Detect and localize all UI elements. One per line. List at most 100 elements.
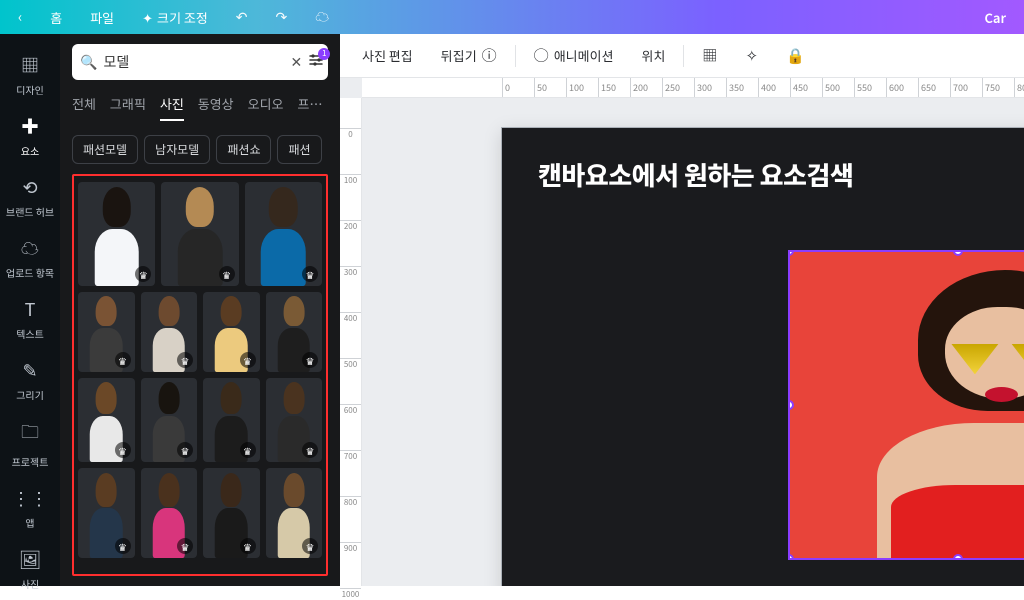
rail-item-6[interactable]: 🗀 프로젝트 — [0, 410, 60, 477]
lock-button[interactable]: 🔒 — [776, 40, 815, 71]
result-thumb[interactable]: ♛ — [266, 468, 323, 558]
rail-label: 요소 — [21, 143, 39, 158]
premium-icon: ♛ — [219, 266, 235, 282]
rail-item-3[interactable]: ☁업로드 항목 — [0, 227, 60, 288]
wand-icon: ✧ — [745, 45, 758, 66]
resize-handle-bl[interactable] — [788, 554, 794, 560]
context-toolbar: 사진 편집 뒤집기ⓘ ◯애니메이션 위치 ▦ ✧ 🔒 — [340, 34, 1024, 78]
chip-2[interactable]: 패션쇼 — [216, 135, 271, 164]
result-thumb[interactable]: ♛ — [78, 468, 135, 558]
artboard[interactable]: 캔바요소에서 원하는 요소검색 — [502, 128, 1024, 586]
result-thumb[interactable]: ♛ — [161, 182, 238, 286]
photo-icon: 🖼 — [19, 546, 42, 572]
rail-item-0[interactable]: ▦ 디자인 — [0, 44, 60, 105]
premium-icon: ♛ — [302, 352, 318, 368]
result-thumb[interactable]: ♛ — [141, 292, 198, 372]
chip-0[interactable]: 패션모델 — [72, 135, 138, 164]
rail-item-1[interactable]: ✚ 요소 — [0, 105, 60, 166]
chip-3[interactable]: 패션 — [277, 135, 321, 164]
copy-style-button[interactable]: ✧ — [735, 40, 768, 71]
info-icon: ⓘ — [482, 45, 497, 66]
results-highlight-box: ♛♛♛♛♛♛♛♛♛♛♛♛♛♛♛ — [72, 174, 328, 576]
rail-item-7[interactable]: ⋮⋮앱 — [0, 477, 60, 538]
rail-icon: ✚ — [21, 113, 39, 139]
premium-icon: ♛ — [177, 442, 193, 458]
elements-panel: 🔍 ✕ 1 전체그래픽사진동영상오디오프… 패션모델남자모델패션쇼패션차› ♛♛… — [60, 34, 340, 586]
cloud-check-icon: ☁ — [315, 7, 329, 27]
chip-1[interactable]: 남자모델 — [144, 135, 210, 164]
result-thumb[interactable]: ♛ — [78, 292, 135, 372]
premium-icon: ♛ — [115, 442, 131, 458]
selected-image[interactable]: ⟳ ⧉ 🗑 — [788, 250, 1024, 560]
magic-icon: ✦ — [142, 8, 153, 27]
result-thumb[interactable]: ♛ — [203, 378, 260, 462]
suggestion-chips: 패션모델남자모델패션쇼패션차› — [72, 135, 328, 164]
result-thumb[interactable]: ♛ — [266, 292, 323, 372]
premium-icon: ♛ — [240, 538, 256, 554]
home-button[interactable]: 홈 — [40, 4, 72, 31]
rail-item-photo[interactable]: 🖼 사진 — [0, 538, 60, 599]
filter-button[interactable]: 1 — [308, 52, 324, 73]
rail-item-2[interactable]: ⟲브랜드 허브 — [0, 166, 60, 227]
premium-icon: ♛ — [302, 442, 318, 458]
redo-button[interactable]: ↷ — [266, 3, 298, 31]
result-thumb[interactable]: ♛ — [245, 182, 322, 286]
tab-4[interactable]: 오디오 — [248, 94, 284, 121]
top-menu-bar: ‹ 홈 파일 ✦크기 조정 ↶ ↷ ☁ Car — [0, 0, 1024, 34]
vertical-ruler: 01002003004005006007008009001000 — [340, 98, 362, 586]
resize-handle-mt[interactable] — [953, 250, 963, 256]
premium-icon: ♛ — [240, 352, 256, 368]
premium-icon: ♛ — [177, 538, 193, 554]
tab-0[interactable]: 전체 — [72, 94, 96, 121]
clear-search-button[interactable]: ✕ — [290, 52, 302, 72]
premium-icon: ♛ — [115, 352, 131, 368]
edit-image-button[interactable]: 사진 편집 — [352, 41, 423, 70]
canvas-area: 사진 편집 뒤집기ⓘ ◯애니메이션 위치 ▦ ✧ 🔒 0501001502002… — [340, 34, 1024, 586]
cloud-sync-button[interactable]: ☁ — [305, 3, 339, 31]
position-button[interactable]: 위치 — [632, 41, 676, 70]
transparency-button[interactable]: ▦ — [692, 40, 727, 71]
result-thumb[interactable]: ♛ — [78, 378, 135, 462]
rail-icon: ☁ — [21, 235, 39, 261]
undo-icon: ↶ — [236, 7, 248, 27]
rail-label: 디자인 — [16, 82, 44, 97]
lock-icon: 🔒 — [786, 45, 805, 66]
back-button[interactable]: ‹ — [8, 3, 32, 31]
resize-handle-tl[interactable] — [788, 250, 794, 256]
rail-label: 그리기 — [16, 387, 44, 402]
brand-label[interactable]: Car — [974, 4, 1016, 31]
rail-icon: ✎ — [22, 357, 37, 383]
rail-item-4[interactable]: T텍스트 — [0, 288, 60, 349]
resize-menu[interactable]: ✦크기 조정 — [132, 4, 218, 31]
rail-icon: ⟲ — [22, 174, 37, 200]
rail-icon: 🗀 — [21, 418, 39, 450]
result-thumb[interactable]: ♛ — [203, 468, 260, 558]
file-menu[interactable]: 파일 — [80, 4, 124, 31]
tab-5[interactable]: 프… — [298, 94, 323, 121]
result-thumb[interactable]: ♛ — [78, 182, 155, 286]
canvas-stage[interactable]: 캔바요소에서 원하는 요소검색 — [362, 98, 1024, 586]
result-thumb[interactable]: ♛ — [203, 292, 260, 372]
rail-label: 프로젝트 — [12, 454, 49, 469]
tab-1[interactable]: 그래픽 — [110, 94, 146, 121]
rail-item-5[interactable]: ✎ 그리기 — [0, 349, 60, 410]
flip-button[interactable]: 뒤집기ⓘ — [431, 40, 507, 71]
search-input[interactable] — [103, 54, 284, 70]
result-thumb[interactable]: ♛ — [141, 468, 198, 558]
undo-button[interactable]: ↶ — [226, 3, 258, 31]
transparency-icon: ▦ — [702, 45, 717, 66]
result-tabs: 전체 그래픽 사진 동영상 오디오 프… — [72, 94, 328, 121]
rail-label: 앱 — [25, 515, 34, 530]
side-rail: ▦디자인✚요소⟲브랜드 허브☁업로드 항목T텍스트✎그리기🗀프로젝트⋮⋮앱 🖼 … — [0, 34, 60, 586]
result-thumb[interactable]: ♛ — [141, 378, 198, 462]
artboard-heading[interactable]: 캔바요소에서 원하는 요소검색 — [502, 128, 1024, 221]
premium-icon: ♛ — [135, 266, 151, 282]
result-thumb[interactable]: ♛ — [266, 378, 323, 462]
resize-handle-mb[interactable] — [953, 554, 963, 560]
tab-2[interactable]: 사진 — [160, 94, 184, 121]
tab-3[interactable]: 동영상 — [198, 94, 234, 121]
animation-button[interactable]: ◯애니메이션 — [524, 40, 624, 71]
search-box: 🔍 ✕ 1 — [72, 44, 328, 80]
rail-icon: ▦ — [21, 52, 39, 78]
resize-handle-ml[interactable] — [788, 400, 794, 410]
